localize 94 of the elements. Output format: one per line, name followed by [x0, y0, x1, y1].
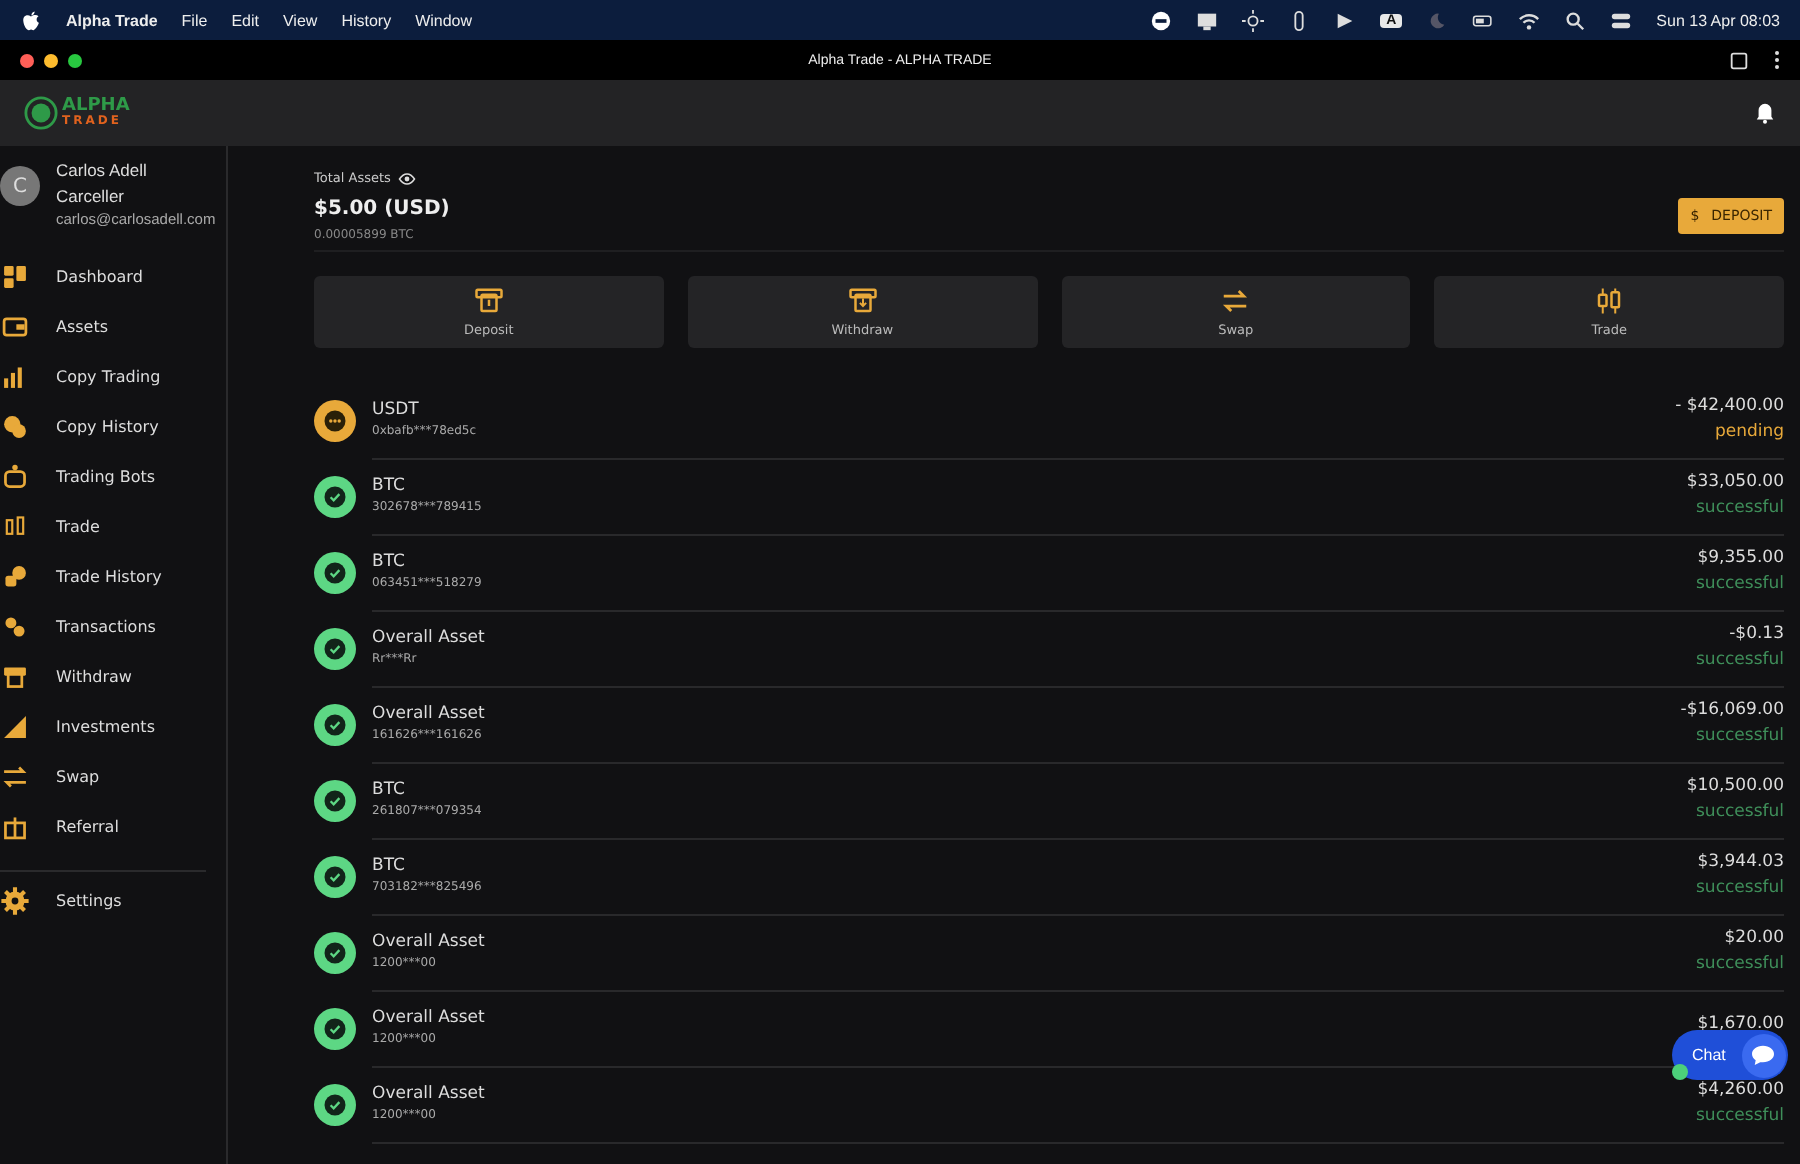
transaction-status: pending — [1714, 422, 1784, 442]
grid-icon — [0, 262, 30, 292]
menu-item[interactable]: File — [181, 11, 208, 29]
chat-bubble-icon — [1750, 1044, 1777, 1066]
check-icon — [314, 779, 356, 821]
check-icon — [314, 551, 356, 593]
sidebar-item[interactable]: Swap — [0, 752, 226, 802]
control-center-icon[interactable] — [1610, 9, 1633, 31]
transaction-amount: $20.00 — [1724, 928, 1784, 948]
atm-icon — [0, 662, 30, 692]
user-name: Carlos Adell Carceller — [56, 158, 149, 210]
sidebar-item[interactable]: Copy Trading — [0, 352, 226, 402]
asset-name: Overall Asset — [372, 704, 485, 724]
brightness-icon[interactable] — [1242, 9, 1265, 31]
swap-icon — [1220, 286, 1251, 316]
minimize-button[interactable] — [44, 53, 58, 67]
atm-icon — [847, 286, 878, 316]
check-icon — [314, 627, 356, 669]
wallet-icon — [0, 312, 30, 342]
menubar-clock: Sun 13 Apr 08:03 — [1656, 11, 1780, 29]
zoom-button[interactable] — [68, 53, 82, 67]
check-icon — [314, 1007, 356, 1049]
transaction-status: successful — [1696, 954, 1784, 974]
sidebar-item[interactable]: Trading Bots — [0, 452, 226, 502]
asset-name: BTC — [372, 780, 407, 800]
sidebar-item[interactable]: Referral — [0, 802, 226, 852]
asset-name: Overall Asset — [372, 1008, 485, 1028]
transaction-status: successful — [1696, 650, 1784, 670]
transaction-amount: -$16,069.00 — [1680, 700, 1784, 720]
asset-name: Overall Asset — [372, 628, 485, 648]
sidebar-item[interactable]: Trade History — [0, 552, 226, 602]
record-icon[interactable] — [1150, 9, 1173, 31]
transaction-amount: $10,500.00 — [1686, 776, 1784, 796]
menu-item[interactable]: Edit — [231, 11, 259, 29]
sidebar-item[interactable]: Settings — [0, 876, 226, 926]
check-icon — [314, 703, 356, 745]
asset-name: BTC — [372, 856, 407, 876]
transaction-amount: -$0.13 — [1729, 624, 1784, 644]
arrows-icon — [0, 762, 30, 792]
bell-icon[interactable] — [1754, 102, 1776, 124]
asset-name: Overall Asset — [372, 932, 485, 952]
menu-item[interactable]: Window — [415, 11, 473, 29]
chat-button[interactable]: Chat — [1672, 1030, 1788, 1080]
sidebar-item[interactable]: Dashboard — [0, 252, 226, 302]
asset-name: BTC — [372, 552, 407, 572]
transaction-amount: - $42,400.00 — [1675, 396, 1784, 416]
eye-icon[interactable] — [398, 171, 417, 185]
sidebar-item[interactable]: Trade — [0, 502, 226, 552]
logo-text: ALPHA — [62, 98, 130, 116]
transaction-amount: $3,944.03 — [1697, 852, 1784, 872]
pending-icon — [314, 399, 356, 441]
transaction-amount: $4,260.00 — [1697, 1080, 1784, 1100]
candles-icon — [1594, 286, 1625, 316]
atm-icon — [473, 286, 504, 316]
gift-icon — [0, 812, 30, 842]
transaction-status: successful — [1696, 878, 1784, 898]
coins-icon — [0, 612, 30, 642]
transaction-status: successful — [1696, 574, 1784, 594]
transaction-status: successful — [1696, 726, 1784, 746]
online-dot — [1672, 1064, 1688, 1080]
avatar: C — [0, 166, 40, 206]
robot-icon — [0, 462, 30, 492]
sidebar-item[interactable]: Withdraw — [0, 652, 226, 702]
menu-item[interactable]: View — [282, 11, 318, 29]
transaction-amount: $33,050.00 — [1686, 472, 1784, 492]
transaction-amount: $9,355.00 — [1697, 548, 1784, 568]
search-icon[interactable] — [1564, 9, 1587, 31]
close-button[interactable] — [20, 53, 34, 67]
check-icon — [314, 855, 356, 897]
more-icon[interactable] — [1774, 50, 1780, 70]
asset-name: BTC — [372, 476, 407, 496]
app-menu[interactable]: Alpha Trade — [66, 11, 158, 29]
sidebar-item[interactable]: Transactions — [0, 602, 226, 652]
transaction-status: successful — [1696, 498, 1784, 518]
sidebar-item[interactable]: Investments — [0, 702, 226, 752]
extension-icon[interactable] — [1728, 49, 1750, 71]
sidebar-item[interactable]: Assets — [0, 302, 226, 352]
display-icon[interactable] — [1196, 9, 1219, 31]
check-icon — [314, 931, 356, 973]
check-icon — [314, 1083, 356, 1125]
menu-item[interactable]: History — [341, 11, 392, 29]
wifi-icon[interactable] — [1518, 9, 1541, 31]
logo-icon[interactable] — [24, 96, 58, 130]
asset-name: Overall Asset — [372, 1084, 485, 1104]
coins-icon — [0, 412, 30, 442]
check-icon — [314, 475, 356, 517]
asset-name: USDT — [372, 400, 421, 420]
transaction-amount: $1,670.00 — [1697, 1014, 1784, 1034]
sidebar-item[interactable]: Copy History — [0, 402, 226, 452]
coins-icon — [0, 562, 30, 592]
apple-icon[interactable] — [20, 9, 42, 31]
transaction-status: successful — [1696, 1106, 1784, 1126]
total-amount: $5.00 (USD) — [314, 198, 450, 220]
transaction-status: successful — [1696, 802, 1784, 822]
